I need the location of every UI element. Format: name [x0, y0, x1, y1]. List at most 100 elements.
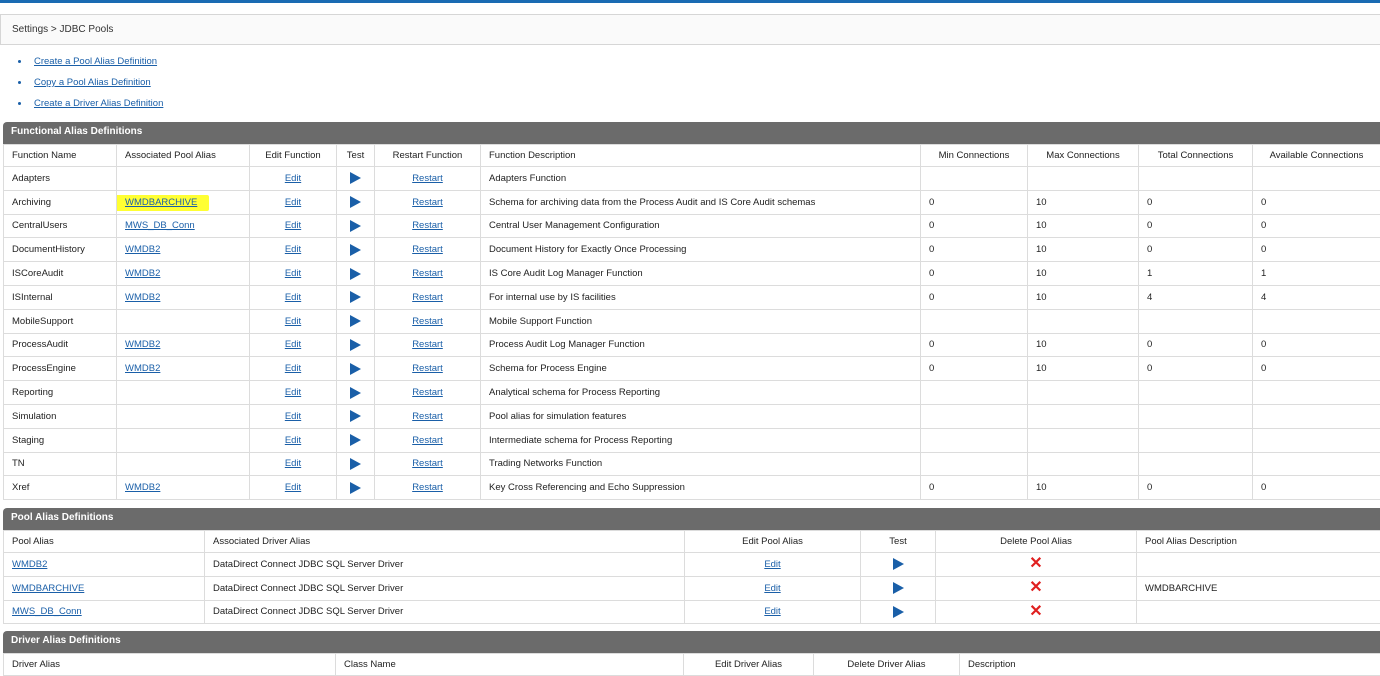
pool-alias-link[interactable]: WMDBARCHIVE [117, 195, 210, 211]
delete-x-icon[interactable]: ✕ [1029, 581, 1042, 595]
play-icon[interactable] [350, 196, 361, 208]
restart-function-cell: Restart [375, 238, 481, 262]
edit-function-link[interactable]: Edit [285, 411, 301, 422]
pool-alias-link[interactable]: WMDB2 [125, 292, 160, 303]
total-connections-cell [1139, 404, 1253, 428]
restart-function-link[interactable]: Restart [412, 458, 443, 469]
restart-function-link[interactable]: Restart [412, 197, 443, 208]
pool-alias-link[interactable]: WMDB2 [125, 482, 160, 493]
edit-function-link[interactable]: Edit [285, 339, 301, 350]
pool-alias-cell [117, 309, 250, 333]
edit-function-link[interactable]: Edit [285, 482, 301, 493]
edit-function-link[interactable]: Edit [285, 387, 301, 398]
play-icon[interactable] [350, 434, 361, 446]
pool-alias-link[interactable]: WMDB2 [125, 339, 160, 350]
restart-function-link[interactable]: Restart [412, 482, 443, 493]
edit-function-link[interactable]: Edit [285, 292, 301, 303]
play-icon[interactable] [350, 482, 361, 494]
edit-function-link[interactable]: Edit [285, 268, 301, 279]
col-min-connections: Min Connections [921, 145, 1028, 167]
play-icon[interactable] [350, 315, 361, 327]
function-name-cell: ISInternal [4, 285, 117, 309]
total-connections-cell [1139, 381, 1253, 405]
function-description-cell: IS Core Audit Log Manager Function [481, 262, 921, 286]
driver-header-row: Driver Alias Class Name Edit Driver Alia… [4, 654, 1380, 676]
min-connections-cell [921, 167, 1028, 191]
pool-row: WMDB2DataDirect Connect JDBC SQL Server … [4, 553, 1380, 577]
function-description-cell: Schema for Process Engine [481, 357, 921, 381]
play-icon[interactable] [350, 410, 361, 422]
create-pool-alias-link[interactable]: Create a Pool Alias Definition [34, 56, 157, 67]
total-connections-cell: 0 [1139, 333, 1253, 357]
pool-alias-cell: MWS_DB_Conn [117, 214, 250, 238]
col-driver-alias: Driver Alias [4, 654, 336, 676]
edit-pool-alias-cell: Edit [685, 600, 861, 624]
restart-function-link[interactable]: Restart [412, 244, 443, 255]
create-driver-alias-link[interactable]: Create a Driver Alias Definition [34, 98, 163, 109]
edit-function-link[interactable]: Edit [285, 244, 301, 255]
delete-x-icon[interactable]: ✕ [1029, 605, 1042, 619]
play-icon[interactable] [350, 291, 361, 303]
play-icon[interactable] [350, 172, 361, 184]
play-icon[interactable] [893, 606, 904, 618]
col-driver-description: Description [960, 654, 1380, 676]
restart-function-link[interactable]: Restart [412, 339, 443, 350]
min-connections-cell: 0 [921, 190, 1028, 214]
create-pool-alias-link-item: Create a Pool Alias Definition [18, 55, 163, 76]
restart-function-link[interactable]: Restart [412, 173, 443, 184]
copy-pool-alias-link[interactable]: Copy a Pool Alias Definition [34, 77, 151, 88]
available-connections-cell [1253, 167, 1380, 191]
function-description-cell: Key Cross Referencing and Echo Suppressi… [481, 476, 921, 500]
play-icon[interactable] [350, 363, 361, 375]
edit-function-link[interactable]: Edit [285, 435, 301, 446]
delete-x-icon[interactable]: ✕ [1029, 557, 1042, 571]
play-icon[interactable] [350, 387, 361, 399]
pool-alias-link[interactable]: MWS_DB_Conn [125, 220, 195, 231]
play-icon[interactable] [893, 582, 904, 594]
function-description-cell: Schema for archiving data from the Proce… [481, 190, 921, 214]
pool-alias-link[interactable]: WMDB2 [125, 244, 160, 255]
edit-function-link[interactable]: Edit [285, 197, 301, 208]
edit-function-cell: Edit [250, 262, 337, 286]
available-connections-cell [1253, 309, 1380, 333]
edit-pool-alias-link[interactable]: Edit [764, 583, 780, 594]
pool-alias-name-link[interactable]: WMDB2 [12, 559, 47, 570]
pool-alias-link[interactable]: WMDB2 [125, 363, 160, 374]
play-icon[interactable] [350, 220, 361, 232]
restart-function-cell: Restart [375, 428, 481, 452]
restart-function-link[interactable]: Restart [412, 363, 443, 374]
restart-function-link[interactable]: Restart [412, 292, 443, 303]
play-icon[interactable] [350, 339, 361, 351]
edit-function-link[interactable]: Edit [285, 363, 301, 374]
edit-function-cell: Edit [250, 190, 337, 214]
available-connections-cell: 0 [1253, 214, 1380, 238]
play-icon[interactable] [893, 558, 904, 570]
functional-row: ISCoreAuditWMDB2EditRestartIS Core Audit… [4, 262, 1380, 286]
delete-pool-alias-cell: ✕ [936, 576, 1137, 600]
edit-function-cell: Edit [250, 357, 337, 381]
play-icon[interactable] [350, 458, 361, 470]
pool-alias-name-link[interactable]: WMDBARCHIVE [12, 583, 84, 594]
edit-function-link[interactable]: Edit [285, 173, 301, 184]
restart-function-link[interactable]: Restart [412, 387, 443, 398]
restart-function-link[interactable]: Restart [412, 220, 443, 231]
test-cell [337, 476, 375, 500]
edit-pool-alias-link[interactable]: Edit [764, 559, 780, 570]
pool-alias-cell [117, 404, 250, 428]
pool-alias-name-link[interactable]: MWS_DB_Conn [12, 606, 82, 617]
pool-alias-link[interactable]: WMDB2 [125, 268, 160, 279]
edit-function-link[interactable]: Edit [285, 316, 301, 327]
restart-function-link[interactable]: Restart [412, 435, 443, 446]
restart-function-link[interactable]: Restart [412, 268, 443, 279]
edit-function-link[interactable]: Edit [285, 458, 301, 469]
functional-row: MobileSupportEditRestartMobile Support F… [4, 309, 1380, 333]
play-icon[interactable] [350, 268, 361, 280]
edit-function-link[interactable]: Edit [285, 220, 301, 231]
max-connections-cell: 10 [1028, 214, 1139, 238]
action-links: Create a Pool Alias Definition Copy a Po… [18, 55, 163, 118]
restart-function-link[interactable]: Restart [412, 411, 443, 422]
edit-pool-alias-link[interactable]: Edit [764, 606, 780, 617]
restart-function-link[interactable]: Restart [412, 316, 443, 327]
test-cell [337, 381, 375, 405]
play-icon[interactable] [350, 244, 361, 256]
